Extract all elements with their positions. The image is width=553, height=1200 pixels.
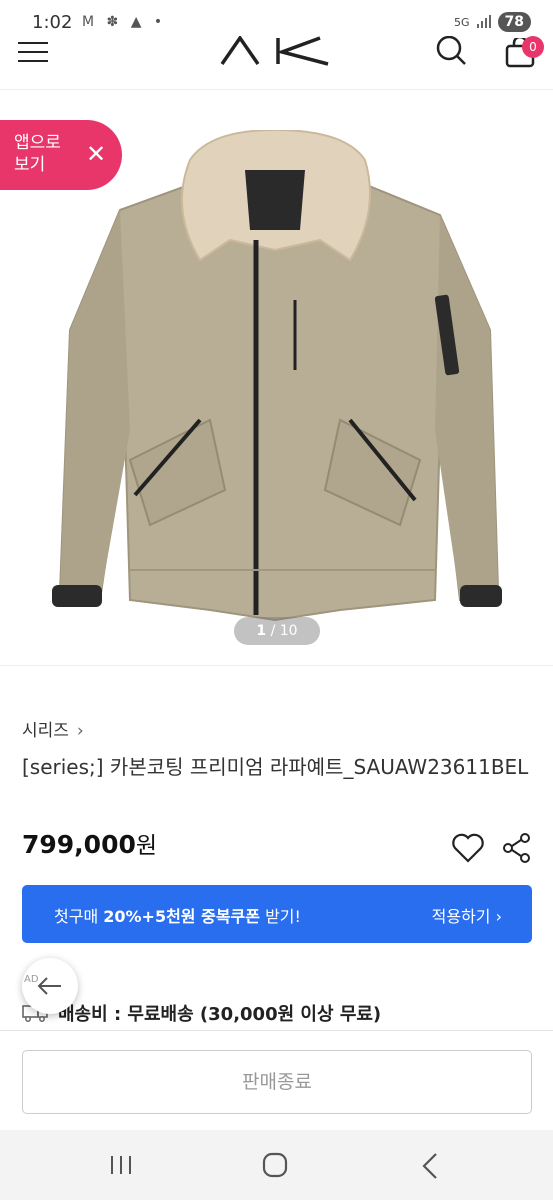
first-purchase-coupon-banner[interactable]: 첫구매 20%+5천원 중복쿠폰 받기! 적용하기 › — [22, 885, 532, 943]
site-header: 0 — [0, 36, 553, 90]
ad-label: AD — [24, 974, 39, 985]
breadcrumb[interactable]: 시리즈 › — [22, 716, 84, 741]
chevron-right-icon: › — [76, 721, 84, 741]
open-in-app-line1: 앱으로 — [14, 133, 61, 153]
search-icon[interactable] — [434, 36, 468, 66]
price-unit: 원 — [135, 833, 158, 859]
shipping-text: 배송비 : 무료배송 (30,000원 이상 무료) — [58, 1004, 382, 1025]
system-navigation-bar — [0, 1130, 553, 1200]
status-right: 5G 78 — [454, 12, 531, 32]
price-amount: 799,000 — [22, 830, 136, 859]
arrow-left-icon — [37, 977, 61, 995]
coupon-suffix: 받기! — [259, 907, 301, 926]
product-image-gallery[interactable]: 앱으로 보기 ✕ 1 / 10 — [0, 90, 553, 666]
bottom-action-bar: 판매종료 — [0, 1030, 553, 1130]
coupon-apply-link[interactable]: 적용하기 › — [432, 903, 502, 927]
brand-logo[interactable] — [220, 36, 332, 66]
menu-icon[interactable] — [18, 42, 48, 64]
product-title: [series;] 카본코팅 프리미엄 라파예트_SAUAW23611BEL — [22, 755, 529, 779]
heart-icon[interactable] — [451, 832, 485, 864]
shipping-info: 배송비 : 무료배송 (30,000원 이상 무료) — [22, 1000, 381, 1026]
coupon-prefix: 첫구매 — [54, 907, 104, 926]
coupon-text: 첫구매 20%+5천원 중복쿠폰 받기! — [54, 903, 301, 927]
sold-out-button[interactable]: 판매종료 — [22, 1050, 532, 1114]
share-icon[interactable] — [502, 832, 532, 864]
cart-count-badge: 0 — [522, 36, 544, 58]
close-icon[interactable]: ✕ — [86, 140, 106, 168]
open-in-app-line2: 보기 — [14, 155, 46, 175]
recent-apps-icon[interactable] — [108, 1154, 134, 1176]
image-counter-total: 10 — [279, 623, 298, 639]
signal-icon — [476, 15, 491, 28]
image-counter-separator: / — [266, 623, 280, 639]
image-counter: 1 / 10 — [234, 617, 320, 645]
back-icon[interactable] — [420, 1152, 442, 1180]
product-image[interactable] — [30, 130, 520, 630]
network-label: 5G — [453, 15, 470, 29]
notification-icons: M ✽ ▲ • — [82, 14, 167, 30]
status-time: 1:02 — [32, 12, 73, 33]
open-in-app-banner[interactable]: 앱으로 보기 ✕ — [0, 120, 122, 190]
product-price: 799,000원 — [22, 826, 157, 860]
home-icon[interactable] — [262, 1152, 288, 1178]
coupon-highlight: 20%+5천원 중복쿠폰 — [103, 907, 260, 926]
battery-badge: 78 — [497, 12, 531, 32]
floating-back-button[interactable] — [22, 958, 78, 1014]
breadcrumb-category[interactable]: 시리즈 — [22, 721, 69, 741]
product-page: 1:02 M ✽ ▲ • 5G 78 0 앱으로 보기 ✕ 1 / 10 시리즈… — [0, 0, 553, 1200]
image-counter-current: 1 — [256, 623, 267, 639]
open-in-app-label: 앱으로 보기 — [14, 132, 74, 176]
